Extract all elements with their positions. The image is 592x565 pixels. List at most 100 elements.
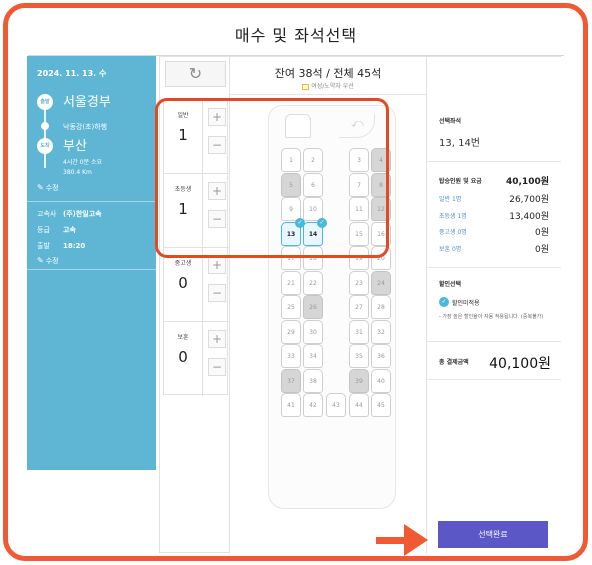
booking-summary-panel: 선택좌석 13, 14번 탑승인원 및 요금 40,100원 일반 1명 26,… — [427, 56, 561, 553]
seat-number: 21 — [287, 279, 295, 287]
seat-28[interactable]: 28 — [371, 295, 391, 319]
fare-value: 13,400원 — [509, 212, 549, 222]
fare-title: 탑승인원 및 요금 — [439, 178, 482, 185]
selected-seats-title: 선택좌석 — [439, 118, 462, 125]
grade-value: 고속 — [63, 226, 76, 234]
summary-divider — [427, 161, 561, 162]
seat-31[interactable]: 31 — [349, 319, 369, 344]
fare-label: 보훈 0명 — [439, 246, 462, 253]
seat-42[interactable]: 42 — [303, 393, 323, 417]
arrival-badge: 도착 — [37, 138, 53, 154]
edit-route-link[interactable]: ✎ 수정 — [37, 183, 59, 193]
passenger-type-label: 보훈 — [177, 334, 189, 341]
seat-number: 28 — [377, 304, 385, 311]
fare-total-row: 탑승인원 및 요금 40,100원 — [439, 174, 549, 187]
via-dot — [41, 122, 49, 130]
seat-number: 44 — [355, 402, 363, 409]
seat-25[interactable]: 25 — [281, 295, 301, 319]
seat-number: 25 — [287, 304, 295, 311]
operator-row: 고속사 (주)한일고속 — [37, 209, 102, 219]
refresh-icon: ↻ — [188, 64, 203, 83]
seat-number: 37 — [287, 377, 295, 385]
fare-total: 40,100원 — [505, 177, 549, 187]
stepper: + − — [202, 248, 229, 322]
arrival-terminal: 부산 — [63, 139, 87, 154]
edit-time-link[interactable]: ✎ 수정 — [37, 256, 59, 266]
refresh-button[interactable]: ↻ — [165, 61, 226, 87]
operator-value: (주)한일고속 — [63, 210, 102, 218]
seat-30[interactable]: 30 — [303, 319, 323, 344]
sidebar-divider — [27, 269, 156, 270]
seat-45[interactable]: 45 — [371, 393, 391, 417]
edit-time-label: 수정 — [45, 257, 59, 265]
seat-number: 39 — [355, 377, 363, 385]
priority-legend-swatch — [302, 83, 310, 90]
annotation-arrow-head — [404, 524, 428, 556]
fare-value: 0원 — [534, 245, 549, 255]
passenger-type-student: 중고생 0 + − — [164, 248, 229, 322]
increase-button[interactable]: + — [208, 256, 226, 274]
seat-34[interactable]: 34 — [303, 344, 323, 368]
seat-44[interactable]: 44 — [349, 393, 369, 417]
seat-40[interactable]: 40 — [371, 368, 391, 393]
seat-26: 26 — [303, 295, 323, 319]
summary-divider — [427, 267, 561, 268]
seat-number: 40 — [377, 377, 385, 385]
discount-option[interactable]: 할인미적용 — [452, 298, 480, 307]
via-stop: 낙동강(초)하행 — [63, 123, 108, 131]
seat-41[interactable]: 41 — [281, 393, 301, 417]
modal-title: 매수 및 좌석선택 — [234, 26, 358, 45]
seat-number: 34 — [309, 353, 317, 360]
seat-33[interactable]: 33 — [281, 344, 301, 368]
travel-distance: 380.4 Km — [63, 169, 92, 176]
grade-label: 등급 — [37, 226, 50, 234]
fare-row: 일반 1명 26,700원 — [439, 192, 549, 205]
decrease-button[interactable]: − — [208, 358, 226, 376]
seat-number: 31 — [355, 328, 363, 336]
seat-21[interactable]: 21 — [281, 270, 301, 295]
discount-title: 할인선택 — [439, 281, 462, 288]
seat-24: 24 — [371, 270, 391, 295]
increase-button[interactable]: + — [208, 330, 226, 348]
seat-22[interactable]: 22 — [303, 270, 323, 295]
departure-time-value: 18:20 — [63, 242, 86, 250]
trip-info-sidebar: 2024. 11. 13. 수 출발 서울경부 낙동강(초)하행 도착 부산 4… — [27, 56, 156, 470]
fare-value: 0원 — [534, 228, 549, 238]
fare-label: 중고생 0명 — [439, 229, 467, 236]
seat-number: 22 — [309, 279, 317, 287]
departure-time-label: 출발 — [37, 242, 50, 250]
seat-number: 26 — [309, 304, 317, 311]
sidebar-divider — [27, 201, 156, 202]
decrease-button[interactable]: − — [208, 284, 226, 302]
fare-row: 중고생 0명 0원 — [439, 225, 549, 238]
seat-number: 45 — [377, 402, 385, 409]
confirm-selection-button[interactable]: 선택완료 — [438, 521, 548, 548]
operator-label: 고속사 — [37, 210, 57, 218]
edit-route-label: 수정 — [45, 184, 59, 192]
grade-row: 등급 고속 — [37, 225, 76, 235]
seat-38[interactable]: 38 — [303, 368, 323, 393]
travel-date: 2024. 11. 13. 수 — [37, 69, 107, 78]
seat-number: 36 — [377, 353, 385, 360]
seat-35[interactable]: 35 — [349, 344, 369, 368]
fare-value: 26,700원 — [509, 195, 549, 205]
summary-divider — [427, 341, 561, 342]
pencil-icon: ✎ — [37, 183, 44, 192]
departure-time-row: 출발 18:20 — [37, 241, 85, 251]
seat-divider — [230, 94, 426, 95]
seat-23[interactable]: 23 — [349, 270, 369, 295]
summary-divider — [427, 379, 561, 380]
departure-terminal: 서울경부 — [63, 95, 111, 110]
seat-number: 42 — [309, 402, 317, 409]
seat-32[interactable]: 32 — [371, 319, 391, 344]
fare-row: 보훈 0명 0원 — [439, 242, 549, 255]
priority-legend-label: 여성/노약자 우선 — [311, 83, 354, 90]
seat-number: 30 — [309, 328, 317, 336]
seat-27[interactable]: 27 — [349, 295, 369, 319]
seat-36[interactable]: 36 — [371, 344, 391, 368]
seat-37: 37 — [281, 368, 301, 393]
grand-total-value: 40,100원 — [489, 356, 551, 372]
seat-43[interactable]: 43 — [326, 393, 346, 417]
seat-29[interactable]: 29 — [281, 319, 301, 344]
discount-check-icon[interactable]: ✓ — [439, 297, 449, 307]
